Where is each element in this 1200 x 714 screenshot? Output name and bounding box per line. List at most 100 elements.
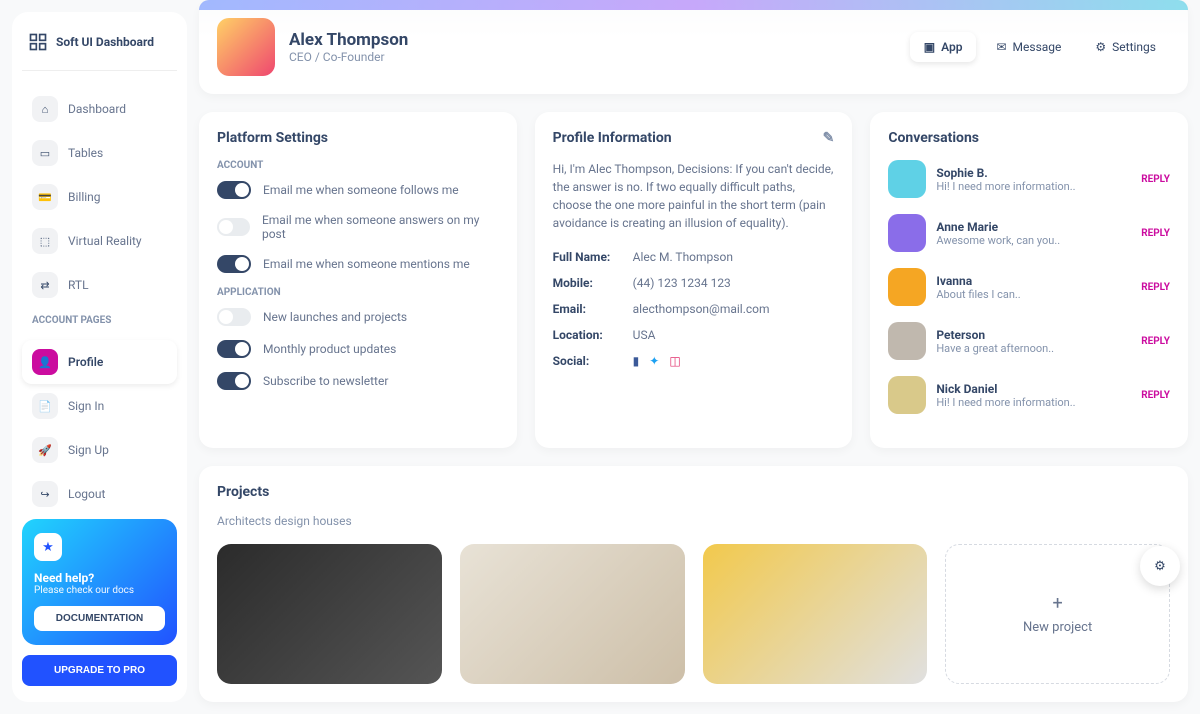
avatar: [888, 214, 926, 252]
sign-up-icon: 🚀: [32, 437, 58, 463]
sidebar-item-rtl[interactable]: ⇄ RTL: [22, 263, 177, 307]
conversation-item: Peterson Have a great afternoon.. REPLY: [888, 322, 1170, 360]
tables-icon: ▭: [32, 140, 58, 166]
help-card: ★ Need help? Please check our docs DOCUM…: [22, 519, 177, 645]
platform-settings-card: Platform Settings Account Email me when …: [199, 112, 517, 448]
twitter-icon[interactable]: ✦: [649, 354, 659, 368]
info-value: (44) 123 1234 123: [633, 276, 731, 290]
conversation-name: Nick Daniel: [936, 382, 1131, 396]
upgrade-button[interactable]: UPGRADE TO PRO: [22, 655, 177, 686]
conversations-card: Conversations Sophie B. Hi! I need more …: [870, 112, 1188, 448]
profile-header: Alex Thompson CEO / Co-Founder ▣ App ✉ M…: [199, 0, 1188, 94]
sidebar-item-label: Virtual Reality: [68, 234, 142, 248]
projects-card: Projects Architects design houses + New …: [199, 466, 1188, 702]
facebook-icon[interactable]: ▮: [633, 354, 640, 368]
new-project-button[interactable]: + New project: [945, 544, 1170, 684]
profile-name: Alex Thompson: [289, 30, 896, 50]
reply-button[interactable]: REPLY: [1141, 228, 1170, 239]
sidebar-item-dashboard[interactable]: ⌂ Dashboard: [22, 87, 177, 131]
toggle-switch[interactable]: [217, 218, 250, 236]
message-icon: ✉: [996, 40, 1006, 54]
conversation-name: Sophie B.: [936, 166, 1131, 180]
conversation-message: Awesome work, can you..: [936, 234, 1131, 247]
settings-icon: ⚙: [1095, 40, 1106, 54]
help-title: Need help?: [34, 571, 165, 585]
sidebar-item-sign-in[interactable]: 📄 Sign In: [22, 384, 177, 428]
main-content: Alex Thompson CEO / Co-Founder ▣ App ✉ M…: [199, 0, 1200, 714]
sidebar-item-label: Logout: [68, 487, 105, 501]
conversation-message: Have a great afternoon..: [936, 342, 1131, 355]
profile-bio: Hi, I'm Alec Thompson, Decisions: If you…: [553, 160, 835, 232]
sidebar-item-sign-up[interactable]: 🚀 Sign Up: [22, 428, 177, 472]
billing-icon: 💳: [32, 184, 58, 210]
conversation-name: Anne Marie: [936, 220, 1131, 234]
toggle-label: New launches and projects: [263, 310, 407, 324]
toggle-switch[interactable]: [217, 308, 251, 326]
project-image[interactable]: [703, 544, 928, 684]
documentation-button[interactable]: DOCUMENTATION: [34, 606, 165, 631]
card-title: Profile Information: [553, 130, 672, 146]
toggle-label: Email me when someone follows me: [263, 183, 459, 197]
profile-role: CEO / Co-Founder: [289, 50, 896, 64]
info-label: Location:: [553, 328, 623, 342]
sidebar-item-profile[interactable]: 👤 Profile: [22, 340, 177, 384]
tab-settings[interactable]: ⚙ Settings: [1081, 32, 1170, 62]
conversation-message: Hi! I need more information..: [936, 396, 1131, 409]
sidebar-item-label: Profile: [68, 355, 103, 369]
nav-section-title: Account Pages: [22, 307, 177, 334]
info-label: Full Name:: [553, 250, 623, 264]
conversation-item: Ivanna About files I can.. REPLY: [888, 268, 1170, 306]
toggle-label: Monthly product updates: [263, 342, 396, 356]
conversation-message: About files I can..: [936, 288, 1131, 301]
toggle-switch[interactable]: [217, 340, 251, 358]
dashboard-icon: ⌂: [32, 96, 58, 122]
sidebar-item-billing[interactable]: 💳 Billing: [22, 175, 177, 219]
card-title: Projects: [217, 484, 1170, 500]
tab-message[interactable]: ✉ Message: [982, 32, 1075, 62]
brand[interactable]: Soft UI Dashboard: [22, 28, 177, 71]
sidebar-item-label: Sign Up: [68, 443, 109, 457]
edit-icon[interactable]: ✎: [823, 130, 835, 146]
profile-info-card: Profile Information ✎ Hi, I'm Alec Thomp…: [535, 112, 853, 448]
reply-button[interactable]: REPLY: [1141, 336, 1170, 347]
virtual-reality-icon: ⬚: [32, 228, 58, 254]
app-icon: ▣: [924, 40, 935, 54]
sidebar-item-virtual-reality[interactable]: ⬚ Virtual Reality: [22, 219, 177, 263]
projects-subtitle: Architects design houses: [217, 514, 1170, 528]
logout-icon: ↪: [32, 481, 58, 507]
conversation-message: Hi! I need more information..: [936, 180, 1131, 193]
info-value: alecthompson@mail.com: [633, 302, 770, 316]
conversation-item: Anne Marie Awesome work, can you.. REPLY: [888, 214, 1170, 252]
tab-label: Settings: [1112, 40, 1156, 54]
sidebar-item-logout[interactable]: ↪ Logout: [22, 472, 177, 516]
avatar: [217, 18, 275, 76]
conversation-name: Peterson: [936, 328, 1131, 342]
sidebar-item-label: Sign In: [68, 399, 104, 413]
help-subtitle: Please check our docs: [34, 585, 165, 596]
toggle-switch[interactable]: [217, 181, 251, 199]
toggle-label: Email me when someone answers on my post: [262, 213, 499, 241]
info-value: USA: [633, 328, 656, 342]
reply-button[interactable]: REPLY: [1141, 390, 1170, 401]
sidebar-item-label: Billing: [68, 190, 101, 204]
section-label: Account: [217, 160, 499, 171]
conversation-item: Sophie B. Hi! I need more information.. …: [888, 160, 1170, 198]
sidebar-item-label: Tables: [68, 146, 103, 160]
instagram-icon[interactable]: ◫: [669, 354, 680, 368]
project-image[interactable]: [217, 544, 442, 684]
toggle-switch[interactable]: [217, 255, 251, 273]
settings-fab[interactable]: ⚙: [1140, 546, 1180, 586]
project-image[interactable]: [460, 544, 685, 684]
social-label: Social:: [553, 354, 623, 368]
new-project-label: New project: [1023, 620, 1092, 635]
star-icon: ★: [34, 533, 62, 561]
reply-button[interactable]: REPLY: [1141, 282, 1170, 293]
toggle-switch[interactable]: [217, 372, 251, 390]
reply-button[interactable]: REPLY: [1141, 174, 1170, 185]
avatar: [888, 268, 926, 306]
brand-icon: [28, 32, 48, 52]
sidebar-item-label: Dashboard: [68, 102, 126, 116]
tab-app[interactable]: ▣ App: [910, 32, 977, 62]
conversation-item: Nick Daniel Hi! I need more information.…: [888, 376, 1170, 414]
sidebar-item-tables[interactable]: ▭ Tables: [22, 131, 177, 175]
